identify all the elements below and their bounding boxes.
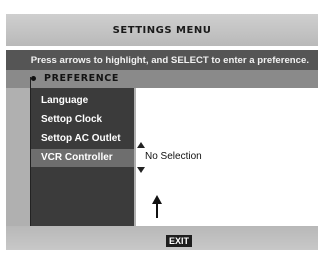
- preference-label: PREFERENCE: [44, 73, 119, 84]
- exit-button[interactable]: EXIT: [166, 235, 193, 247]
- list-item-settop-ac-outlet[interactable]: Settop AC Outlet: [31, 130, 134, 148]
- instruction-bar: Press arrows to highlight, and SELECT to…: [6, 50, 318, 70]
- list-item-vcr-controller[interactable]: VCR Controller: [31, 149, 134, 167]
- left-strip: [6, 88, 31, 226]
- preference-header: PREFERENCE: [6, 70, 318, 88]
- instruction-text: Press arrows to highlight, and SELECT to…: [30, 54, 309, 66]
- list-item-settop-clock[interactable]: Settop Clock: [31, 111, 134, 129]
- pointer-arrow-shaft: [156, 202, 158, 218]
- bullet-icon: [31, 76, 36, 81]
- list-item-language[interactable]: Language: [31, 92, 134, 110]
- arrow-up-icon[interactable]: [137, 142, 145, 148]
- preference-list: Language Settop Clock Settop AC Outlet V…: [31, 88, 134, 226]
- bottom-bar: [6, 226, 318, 250]
- title-bar: SETTINGS MENU: [6, 14, 318, 46]
- menu-title: SETTINGS MENU: [112, 24, 212, 36]
- tree-connector-line: [30, 77, 31, 226]
- settings-screen: SETTINGS MENU Press arrows to highlight,…: [0, 0, 324, 253]
- selected-value: No Selection: [145, 151, 202, 162]
- arrow-down-icon[interactable]: [137, 167, 145, 173]
